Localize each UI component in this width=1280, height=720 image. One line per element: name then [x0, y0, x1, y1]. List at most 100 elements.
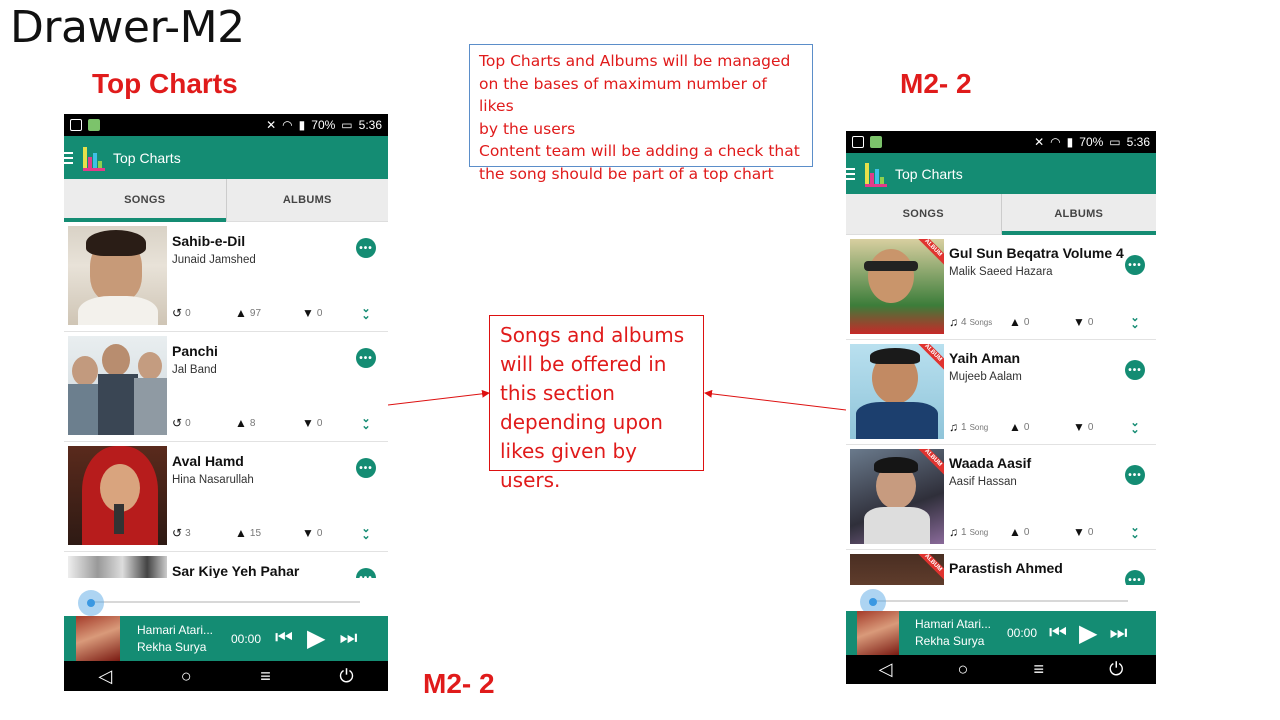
- song-count: 1: [961, 526, 967, 538]
- chevron-double-down-icon[interactable]: ⌄ ⌄: [358, 524, 374, 542]
- likes-count: 97: [249, 307, 262, 319]
- dislikes-stat[interactable]: ▼ 0: [302, 416, 322, 430]
- likes-count: 0: [1023, 316, 1030, 328]
- player-time: 00:00: [1007, 626, 1038, 640]
- list-item[interactable]: Sar Kiye Yeh Pahar •••: [64, 552, 388, 578]
- wifi-icon: ◠: [1050, 135, 1061, 149]
- home-icon[interactable]: ○: [181, 666, 192, 687]
- plays-count: 0: [185, 307, 191, 319]
- list-item[interactable]: Sahib-e-Dil Junaid Jamshed ••• ↺ 0 ▲ 97 ▼ 0…: [64, 222, 388, 332]
- chevron-double-down-icon[interactable]: ⌄ ⌄: [358, 414, 374, 432]
- album-title: Yaih Aman: [949, 350, 1021, 366]
- tab-albums[interactable]: ALBUMS: [1000, 194, 1157, 235]
- more-options-button[interactable]: •••: [1125, 255, 1145, 275]
- mini-player[interactable]: Hamari Atari... Rekha Surya 00:00 ⏮ ▶ ⏭: [846, 611, 1156, 655]
- likes-stat[interactable]: ▲ 8: [235, 416, 255, 430]
- likes-count: 8: [249, 417, 256, 429]
- status-bar: ✕ ◠ ▮ 70% ▭ 5:36: [64, 114, 388, 136]
- screen-mirror-icon: [70, 119, 82, 131]
- dislikes-stat[interactable]: ▼ 0: [1073, 315, 1093, 329]
- power-icon[interactable]: ⏻: [1109, 659, 1123, 680]
- recents-icon[interactable]: ≡: [1034, 659, 1045, 680]
- skip-next-icon[interactable]: ⏭: [340, 627, 358, 650]
- likes-stat[interactable]: ▲ 15: [235, 526, 261, 540]
- player-artist: Rekha Surya: [915, 634, 985, 648]
- chevron-double-down-icon[interactable]: ⌄ ⌄: [1127, 313, 1143, 331]
- mini-player[interactable]: Hamari Atari... Rekha Surya 00:00 ⏮ ▶ ⏭: [64, 616, 388, 661]
- seek-bar[interactable]: [64, 588, 388, 616]
- chevron-double-down-icon[interactable]: ⌄ ⌄: [1127, 418, 1143, 436]
- power-icon[interactable]: ⏻: [339, 666, 353, 687]
- player-artist: Rekha Surya: [137, 639, 207, 654]
- likes-stat[interactable]: ▲ 0: [1009, 315, 1029, 329]
- play-icon[interactable]: ▶: [1079, 619, 1097, 648]
- chevron-double-down-icon[interactable]: ⌄ ⌄: [1127, 523, 1143, 541]
- thumbs-down-icon: ▼: [302, 306, 314, 320]
- battery-icon: ▭: [341, 118, 353, 132]
- thumbs-down-icon: ▼: [1073, 315, 1085, 329]
- play-icon[interactable]: ▶: [307, 624, 325, 653]
- album-ribbon: ALBUM: [912, 554, 944, 584]
- likes-stat[interactable]: ▲ 0: [1009, 420, 1029, 434]
- likes-stat[interactable]: ▲ 97: [235, 306, 261, 320]
- skip-previous-icon[interactable]: ⏮: [1049, 622, 1067, 645]
- likes-stat[interactable]: ▲ 0: [1009, 525, 1029, 539]
- player-time: 00:00: [231, 631, 262, 646]
- wifi-icon: ◠: [282, 118, 293, 132]
- seek-knob[interactable]: [78, 590, 104, 616]
- chevron-double-down-icon[interactable]: ⌄ ⌄: [358, 304, 374, 322]
- list-item[interactable]: Aval Hamd Hina Nasarullah ••• ↺ 3 ▲ 15 ▼ 0 …: [64, 442, 388, 552]
- albums-list: ALBUM Gul Sun Beqatra Volume 4 Malik Sae…: [846, 235, 1156, 585]
- tab-songs[interactable]: SONGS: [846, 194, 1001, 234]
- history-icon: ↺: [172, 306, 183, 320]
- song-thumbnail: [68, 336, 167, 435]
- song-count-stat: ♫ 1 Song: [949, 525, 988, 539]
- more-options-button[interactable]: •••: [1125, 465, 1145, 485]
- phone-songs-screen: ✕ ◠ ▮ 70% ▭ 5:36 Top Charts SONGS ALBUMS: [64, 114, 388, 691]
- app-bar: Top Charts: [846, 153, 1156, 194]
- back-icon[interactable]: ◁: [879, 659, 893, 680]
- music-note-icon: ♫: [949, 525, 958, 539]
- thumbs-up-icon: ▲: [1009, 315, 1021, 329]
- more-options-button[interactable]: •••: [1125, 570, 1145, 585]
- dislikes-stat[interactable]: ▼ 0: [1073, 525, 1093, 539]
- album-thumbnail: ALBUM: [850, 449, 944, 544]
- menu-icon[interactable]: [64, 151, 74, 164]
- more-options-button[interactable]: •••: [1125, 360, 1145, 380]
- recents-icon[interactable]: ≡: [260, 666, 271, 687]
- song-count-label: Song: [969, 527, 989, 537]
- list-item[interactable]: ALBUM Parastish Ahmed •••: [846, 550, 1156, 585]
- dislikes-stat[interactable]: ▼ 0: [1073, 420, 1093, 434]
- home-icon[interactable]: ○: [958, 659, 969, 680]
- more-options-button[interactable]: •••: [356, 238, 376, 258]
- dislikes-stat[interactable]: ▼ 0: [302, 526, 322, 540]
- song-title: Sahib-e-Dil: [172, 233, 246, 249]
- battery-percent: 70%: [1079, 135, 1104, 149]
- songs-list: Sahib-e-Dil Junaid Jamshed ••• ↺ 0 ▲ 97 ▼ 0…: [64, 222, 388, 578]
- menu-icon[interactable]: [846, 167, 856, 180]
- more-options-button[interactable]: •••: [356, 348, 376, 368]
- more-options-button[interactable]: •••: [356, 568, 376, 578]
- tab-songs[interactable]: SONGS: [64, 179, 226, 222]
- tab-albums[interactable]: ALBUMS: [225, 179, 389, 221]
- history-icon: ↺: [172, 526, 183, 540]
- album-thumbnail: ALBUM: [850, 239, 944, 334]
- album-artist: Mujeeb Aalam: [949, 371, 1022, 383]
- phone-albums-screen: ✕ ◠ ▮ 70% ▭ 5:36 Top Charts SONGS ALBUMS: [846, 131, 1156, 684]
- back-icon[interactable]: ◁: [98, 666, 112, 687]
- thumbs-down-icon: ▼: [302, 526, 314, 540]
- list-item[interactable]: Panchi Jal Band ••• ↺ 0 ▲ 8 ▼ 0 ⌄ ⌄: [64, 332, 388, 442]
- dislikes-stat[interactable]: ▼ 0: [302, 306, 322, 320]
- plays-count: 3: [185, 527, 191, 539]
- list-item[interactable]: ALBUM Waada Aasif Aasif Hassan ••• ♫ 1 Son…: [846, 445, 1156, 550]
- thumbs-down-icon: ▼: [1073, 525, 1085, 539]
- skip-previous-icon[interactable]: ⏮: [275, 627, 293, 650]
- song-thumbnail: [68, 556, 167, 578]
- list-item[interactable]: ALBUM Yaih Aman Mujeeb Aalam ••• ♫ 1 Song …: [846, 340, 1156, 445]
- status-bar: ✕ ◠ ▮ 70% ▭ 5:36: [846, 131, 1156, 153]
- skip-next-icon[interactable]: ⏭: [1110, 622, 1128, 645]
- list-item[interactable]: ALBUM Gul Sun Beqatra Volume 4 Malik Sae…: [846, 235, 1156, 340]
- album-thumbnail: ALBUM: [850, 554, 944, 585]
- more-options-button[interactable]: •••: [356, 458, 376, 478]
- song-count: 1: [961, 421, 967, 433]
